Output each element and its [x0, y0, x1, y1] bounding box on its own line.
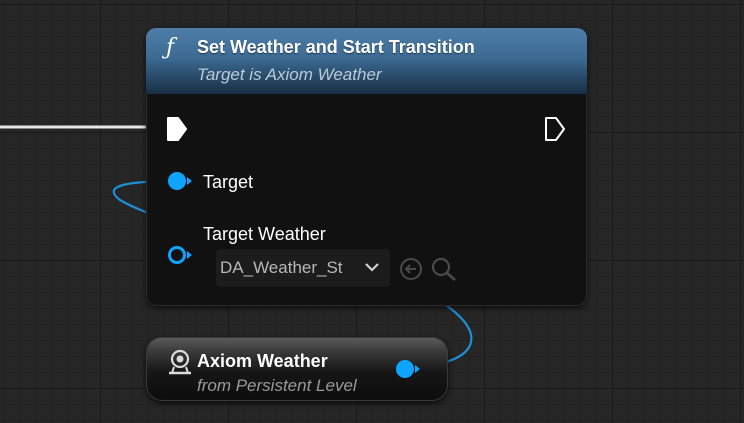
chevron-down-icon	[365, 263, 379, 272]
function-icon: ƒ	[166, 35, 175, 60]
node-subtitle: Target is Axiom Weather	[197, 65, 382, 84]
use-selected-asset-icon[interactable]	[398, 256, 424, 282]
node-title: Set Weather and Start Transition	[197, 37, 475, 57]
variable-node-axiom-weather[interactable]: Axiom Weather from Persistent Level	[146, 337, 448, 401]
target-weather-pin-label: Target Weather	[203, 224, 326, 244]
target-pin-icon[interactable]	[166, 170, 194, 192]
target-pin-label: Target	[203, 172, 254, 192]
actor-icon	[169, 349, 191, 375]
function-node-header[interactable]: ƒ Set Weather and Start Transition Targe…	[146, 28, 587, 94]
axiom-weather-output-pin-icon[interactable]	[395, 358, 423, 380]
search-icon[interactable]	[430, 256, 458, 282]
blueprint-graph-canvas[interactable]: ƒ Set Weather and Start Transition Targe…	[0, 0, 744, 423]
variable-node-subtitle: from Persistent Level	[197, 376, 357, 395]
target-weather-asset-dropdown[interactable]: DA_Weather_St	[216, 249, 390, 287]
function-node-set-weather[interactable]: ƒ Set Weather and Start Transition Targe…	[146, 28, 587, 306]
variable-node-title: Axiom Weather	[197, 351, 328, 371]
exec-output-pin-icon[interactable]	[544, 116, 566, 142]
target-weather-pin-icon[interactable]	[166, 244, 194, 266]
exec-input-pin-icon[interactable]	[166, 116, 188, 142]
dropdown-value: DA_Weather_St	[220, 258, 343, 277]
